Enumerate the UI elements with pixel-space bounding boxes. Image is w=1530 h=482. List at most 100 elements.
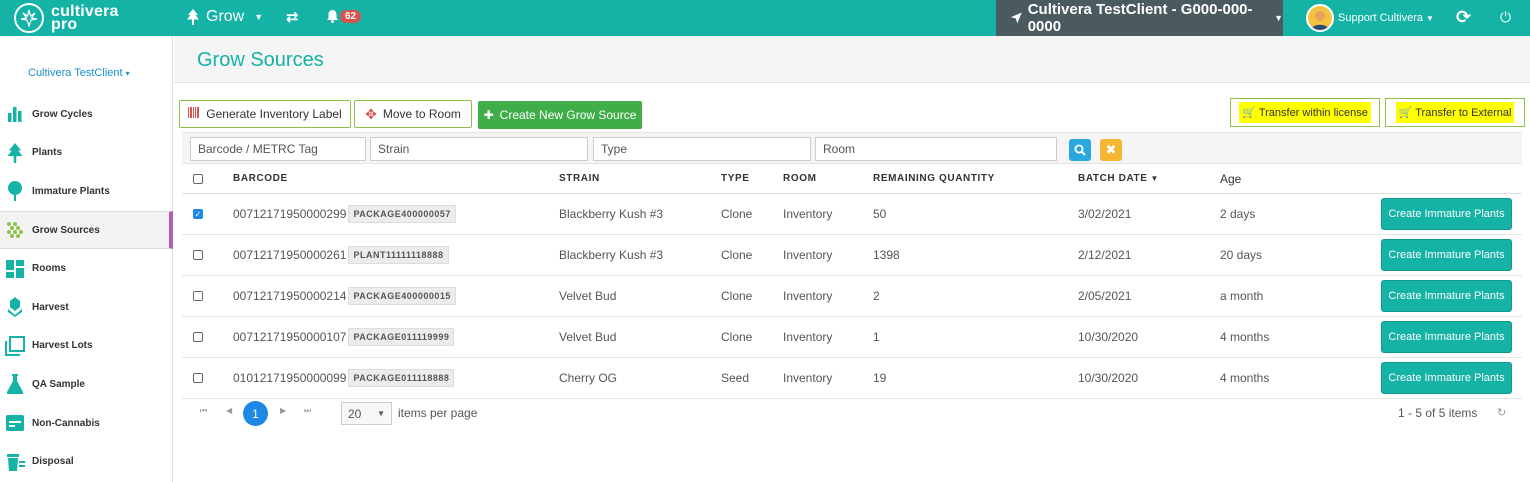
strain-filter-input[interactable]	[370, 137, 588, 161]
column-header-type[interactable]: TYPE	[721, 164, 750, 193]
table-row: 00712171950000261 PLANT11111118888 Blackb…	[182, 235, 1522, 276]
first-page-icon[interactable]: ⏮	[200, 406, 207, 416]
refresh-icon[interactable]: ⟳	[1456, 7, 1471, 28]
row-checkbox[interactable]	[193, 250, 203, 260]
pager-info: 1 - 5 of 5 items	[1398, 406, 1478, 420]
type-value: Clone	[721, 289, 753, 303]
barcode-filter-input[interactable]	[190, 137, 366, 161]
row-checkbox[interactable]	[193, 291, 203, 301]
cart-icon: 🛒	[1398, 107, 1413, 119]
chevron-down-icon: ▾	[125, 69, 130, 78]
row-checkbox[interactable]	[193, 332, 203, 342]
location-arrow-icon	[1010, 12, 1022, 24]
plus-icon: ✚	[483, 108, 494, 122]
sidebar-item-rooms[interactable]: Rooms	[0, 249, 173, 288]
table-row: 00712171950000214 PACKAGE400000015 Velvet…	[182, 276, 1522, 317]
remaining-quantity-value: 2	[873, 289, 880, 303]
create-immature-plants-button[interactable]: Create Immature Plants	[1381, 280, 1512, 312]
search-icon	[1074, 144, 1086, 156]
current-page-button[interactable]: 1	[243, 401, 268, 426]
room-value: Inventory	[783, 289, 833, 303]
sidebar-item-immature-plants[interactable]: Immature Plants	[0, 172, 173, 211]
column-header-strain[interactable]: STRAIN	[559, 164, 600, 193]
transfer-within-text: Transfer within license	[1258, 106, 1368, 119]
create-immature-plants-button[interactable]: Create Immature Plants	[1381, 239, 1512, 271]
remaining-quantity-value: 19	[873, 371, 887, 385]
sidebar-item-plants[interactable]: Plants	[0, 134, 173, 173]
seeds-icon	[5, 220, 25, 240]
table-row: ✓ 00712171950000299 PACKAGE400000057 Blac…	[182, 194, 1522, 235]
batch-date-label: BATCH DATE	[1078, 173, 1148, 184]
create-immature-plants-button[interactable]: Create Immature Plants	[1381, 362, 1512, 394]
remaining-quantity-value: 1398	[873, 248, 900, 262]
user-name: Support Cultivera	[1338, 12, 1423, 24]
sidebar-item-harvest-lots[interactable]: Harvest Lots	[0, 327, 173, 366]
barcode-value: 00712171950000214	[233, 289, 347, 303]
sapling-icon	[5, 181, 25, 202]
refresh-icon[interactable]: ↻	[1497, 406, 1506, 419]
next-page-icon[interactable]: ▶	[280, 406, 286, 415]
type-filter-input[interactable]	[593, 137, 811, 161]
logo[interactable]: cultivera pro	[14, 2, 119, 34]
previous-page-icon[interactable]: ◀	[226, 406, 232, 415]
metrc-tag: PACKAGE011119999	[348, 328, 455, 346]
page-title: Grow Sources	[197, 49, 324, 71]
remaining-quantity-value: 50	[873, 207, 887, 221]
barcode-value: 00712171950000299	[233, 207, 347, 221]
main-content: Grow Sources Generate Inventory Label ✥ …	[174, 36, 1530, 482]
generate-label-text: Generate Inventory Label	[206, 107, 342, 121]
move-to-room-button[interactable]: ✥ Move to Room	[354, 100, 472, 128]
power-icon[interactable]: ⏻	[1500, 9, 1511, 26]
batch-date-value: 10/30/2020	[1078, 330, 1139, 344]
generate-inventory-label-button[interactable]: Generate Inventory Label	[179, 100, 351, 128]
module-dropdown[interactable]: Grow ▼	[186, 8, 263, 26]
pager: ⏮ ◀ 1 ▶ ⏭ 20 ▼ items per page 1 - 5 of 5…	[182, 398, 1522, 428]
type-value: Clone	[721, 330, 753, 344]
create-new-grow-source-button[interactable]: ✚ Create New Grow Source	[478, 101, 642, 129]
sort-desc-icon: ▼	[1150, 174, 1160, 183]
create-immature-plants-button[interactable]: Create Immature Plants	[1381, 321, 1512, 353]
sidebar-item-grow-cycles[interactable]: Grow Cycles	[0, 95, 173, 134]
notifications-button[interactable]: 62	[326, 9, 362, 23]
column-header-room[interactable]: ROOM	[783, 164, 817, 193]
row-checkbox[interactable]	[193, 373, 203, 383]
last-page-icon[interactable]: ⏭	[304, 406, 311, 416]
column-header-age[interactable]: Age	[1220, 164, 1241, 193]
row-checkbox[interactable]: ✓	[193, 209, 203, 219]
create-immature-plants-button[interactable]: Create Immature Plants	[1381, 198, 1512, 230]
sidebar-client-dropdown[interactable]: Cultivera TestClient ▾	[28, 67, 130, 79]
age-value: 4 months	[1220, 371, 1270, 385]
sidebar-item-label: Non-Cannabis	[32, 417, 100, 429]
room-filter-input[interactable]	[815, 137, 1057, 161]
user-menu[interactable]: Support Cultivera ▼	[1306, 4, 1434, 32]
sidebar-item-qa-sample[interactable]: QA Sample	[0, 365, 173, 404]
column-header-barcode[interactable]: BARCODE	[233, 164, 288, 193]
sidebar-item-grow-sources[interactable]: Grow Sources	[0, 210, 173, 250]
sidebar-item-disposal[interactable]: Disposal	[0, 442, 173, 481]
chevron-down-icon: ▼	[1426, 13, 1434, 23]
strain-value: Velvet Bud	[559, 330, 617, 344]
batch-date-value: 10/30/2020	[1078, 371, 1139, 385]
chevron-down-icon: ▼	[377, 409, 385, 418]
flask-icon	[5, 374, 25, 395]
table-body: ✓ 00712171950000299 PACKAGE400000057 Blac…	[182, 194, 1522, 399]
room-value: Inventory	[783, 207, 833, 221]
strain-value: Blackberry Kush #3	[559, 248, 664, 262]
sidebar-item-harvest[interactable]: Harvest	[0, 288, 173, 327]
switch-icon[interactable]: ⇄	[286, 8, 299, 26]
clear-filters-button[interactable]: ✖	[1100, 139, 1122, 161]
cannabis-leaf-icon	[14, 3, 44, 33]
select-all-checkbox[interactable]	[193, 173, 203, 184]
column-header-batch-date[interactable]: BATCH DATE ▼	[1078, 164, 1159, 193]
transfer-to-external-button[interactable]: 🛒 Transfer to External	[1385, 98, 1525, 127]
filter-bar: ✖	[182, 132, 1522, 164]
transfer-within-license-button[interactable]: 🛒 Transfer within license	[1230, 98, 1380, 127]
tree-icon	[187, 9, 199, 25]
column-header-remaining-quantity[interactable]: REMAINING QUANTITY	[873, 164, 995, 193]
client-selector[interactable]: Cultivera TestClient - G000-000-0000 ▼	[996, 0, 1283, 36]
metrc-tag: PACKAGE011118888	[348, 369, 455, 387]
sidebar-item-non-cannabis[interactable]: Non-Cannabis	[0, 404, 173, 443]
page-size-select[interactable]: 20 ▼	[341, 402, 392, 425]
search-button[interactable]	[1069, 139, 1091, 161]
sidebar-item-label: Disposal	[32, 456, 74, 468]
